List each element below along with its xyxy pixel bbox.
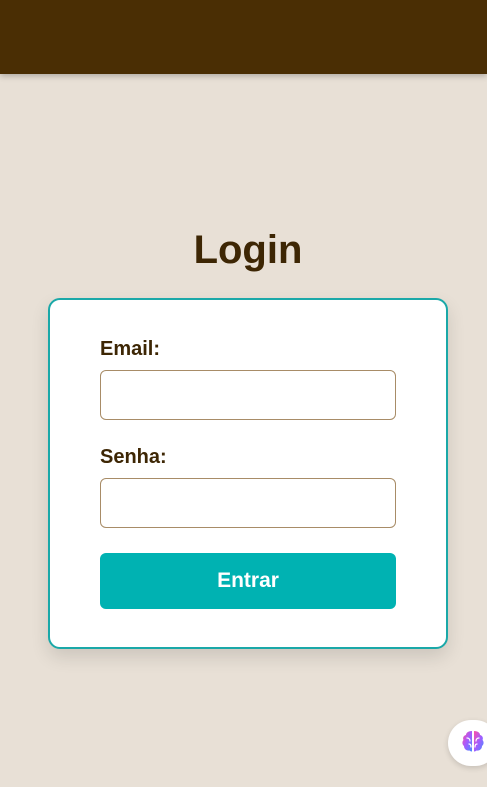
page-title: Login [193, 228, 303, 272]
email-label: Email: [100, 338, 161, 360]
email-field[interactable] [100, 370, 396, 420]
floating-assistant-button[interactable] [448, 720, 487, 766]
top-header-bar [0, 0, 487, 74]
brain-icon [460, 728, 486, 759]
login-submit-button[interactable]: Entrar [100, 553, 396, 609]
password-label: Senha: [100, 446, 167, 468]
login-form-card: Email: Senha: Entrar [48, 298, 448, 649]
password-field[interactable] [100, 478, 396, 528]
